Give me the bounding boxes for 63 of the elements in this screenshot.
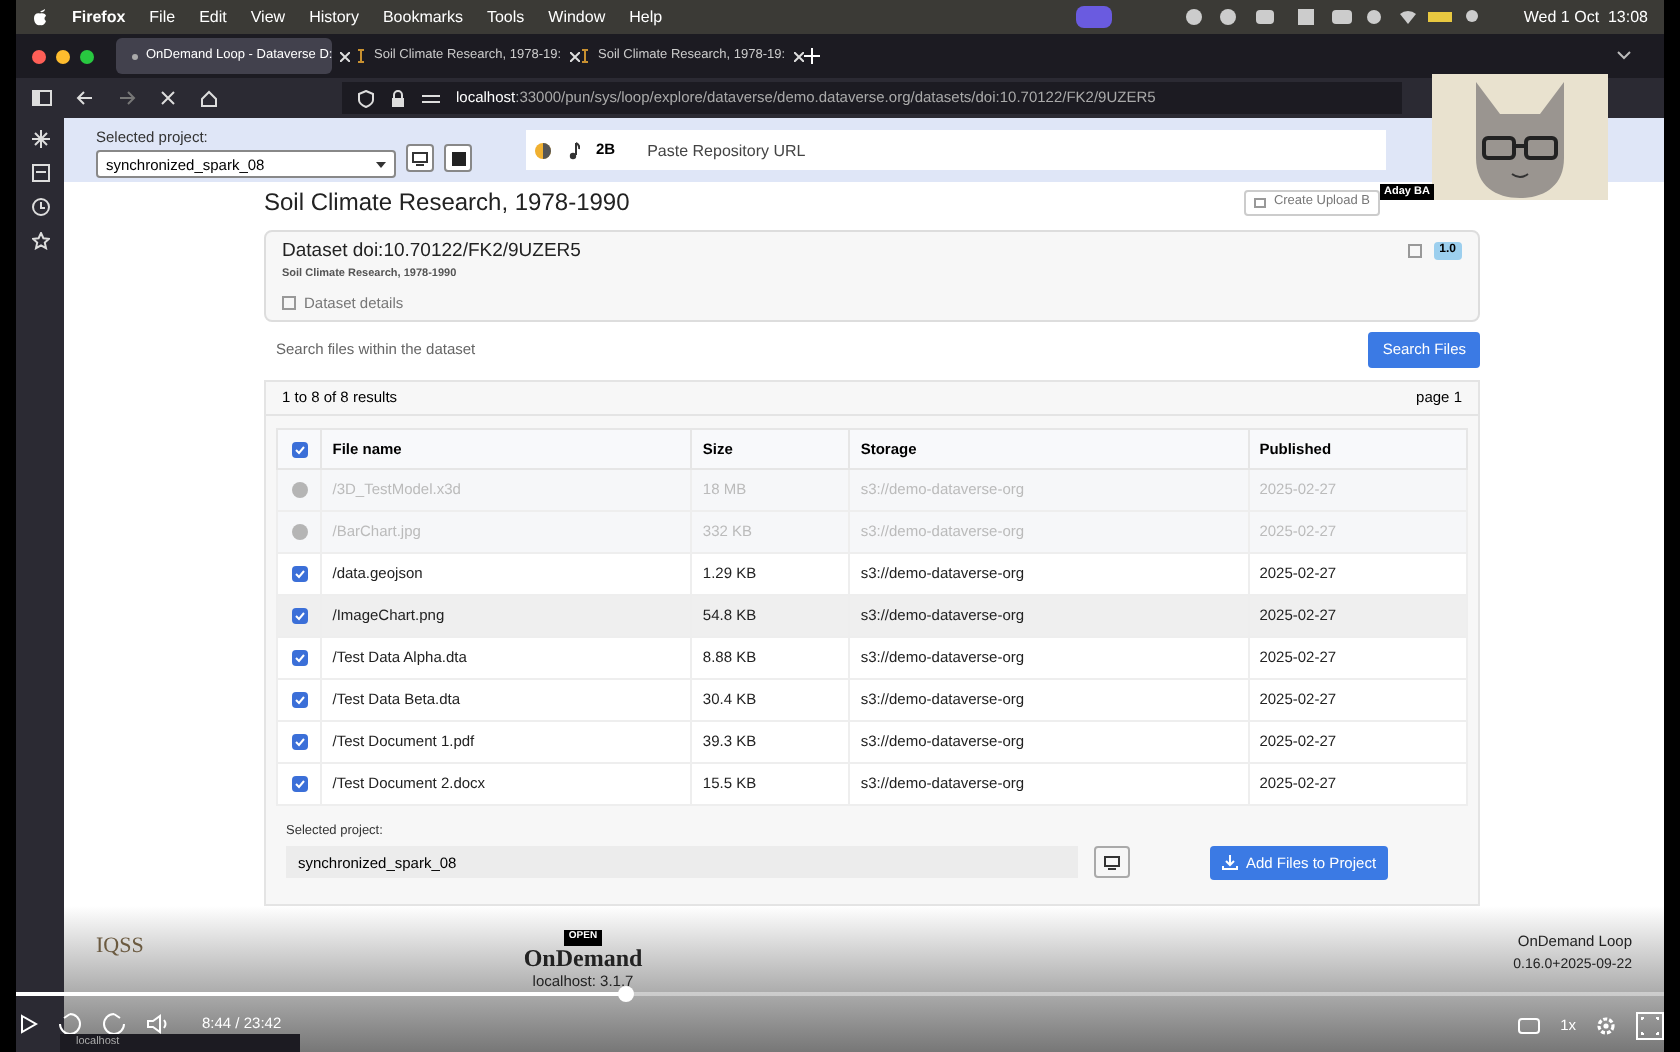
music-note-icon xyxy=(568,141,580,159)
checkbox[interactable] xyxy=(291,692,308,709)
menu-item[interactable]: Bookmarks xyxy=(382,5,463,29)
menu-item[interactable]: File xyxy=(149,5,176,29)
tab-favicon xyxy=(580,48,590,64)
dot-icon xyxy=(132,53,138,59)
fullscreen-icon[interactable] xyxy=(1636,1012,1664,1040)
download-icon xyxy=(1222,854,1238,871)
sidebar-icon[interactable] xyxy=(32,90,52,106)
app-menu[interactable]: Firefox xyxy=(72,5,126,29)
checkbox[interactable] xyxy=(291,566,308,583)
menu-item[interactable]: Window xyxy=(548,5,606,29)
repository-url-field[interactable]: Paste Repository URL xyxy=(631,130,1386,170)
close-icon[interactable] xyxy=(32,49,46,63)
minimize-icon[interactable] xyxy=(56,49,70,63)
info-icon xyxy=(291,482,308,499)
tab-close-icon[interactable] xyxy=(569,51,580,61)
play-icon[interactable] xyxy=(20,1013,38,1034)
half-circle-icon xyxy=(534,141,552,159)
menu-item[interactable]: View xyxy=(250,5,286,29)
settings-icon[interactable] xyxy=(1596,1016,1616,1036)
sparkle-icon[interactable] xyxy=(31,130,49,148)
desktop-button[interactable] xyxy=(1094,846,1130,879)
expand-icon[interactable] xyxy=(1407,244,1422,258)
tab-close-icon[interactable] xyxy=(793,51,804,61)
star-icon[interactable] xyxy=(31,232,49,250)
info-icon xyxy=(291,524,308,541)
maximize-icon[interactable] xyxy=(80,49,94,63)
captions-icon[interactable] xyxy=(1518,1018,1541,1034)
chevron-down-icon[interactable] xyxy=(1616,50,1632,62)
terminal-button[interactable] xyxy=(444,144,472,172)
menu-item[interactable]: History xyxy=(309,5,359,29)
monitor-icon xyxy=(412,151,428,165)
apple-icon[interactable] xyxy=(32,8,48,26)
stop-icon[interactable] xyxy=(160,90,176,106)
checkbox[interactable] xyxy=(291,650,308,667)
menu-item[interactable]: Tools xyxy=(486,5,525,29)
checkbox[interactable] xyxy=(291,441,308,458)
lock-icon xyxy=(390,89,406,107)
ondemand-logo: OnDemand xyxy=(523,945,643,969)
rewind-icon[interactable] xyxy=(58,1012,82,1035)
checkbox[interactable] xyxy=(291,734,308,751)
permissions-icon xyxy=(422,91,440,105)
menu-item[interactable]: Help xyxy=(629,5,663,29)
home-icon[interactable] xyxy=(200,89,218,107)
bookmarks-icon[interactable] xyxy=(31,164,49,182)
dataset-title: Dataset doi:10.70122/FK2/9UZER5 xyxy=(282,238,581,266)
checkbox[interactable] xyxy=(291,608,308,625)
desktop-button[interactable] xyxy=(406,144,434,172)
back-icon[interactable] xyxy=(76,90,94,106)
tab-favicon xyxy=(356,48,366,64)
volume-icon[interactable] xyxy=(146,1013,170,1034)
shield-icon xyxy=(358,89,374,107)
new-tab-icon[interactable] xyxy=(804,48,820,64)
menu-item[interactable]: Edit xyxy=(199,5,227,29)
dropdown-arrow-icon xyxy=(376,161,386,168)
menu-bar-clock: Wed 1 Oct 13:08 xyxy=(1523,5,1648,29)
iqss-logo: IQSS xyxy=(96,932,144,962)
monitor-icon xyxy=(1104,855,1120,870)
history-icon[interactable] xyxy=(31,198,49,216)
checkbox[interactable] xyxy=(291,776,308,793)
tab-close-icon[interactable] xyxy=(340,51,351,61)
page-title: Soil Climate Research, 1978-1990 xyxy=(264,186,630,220)
